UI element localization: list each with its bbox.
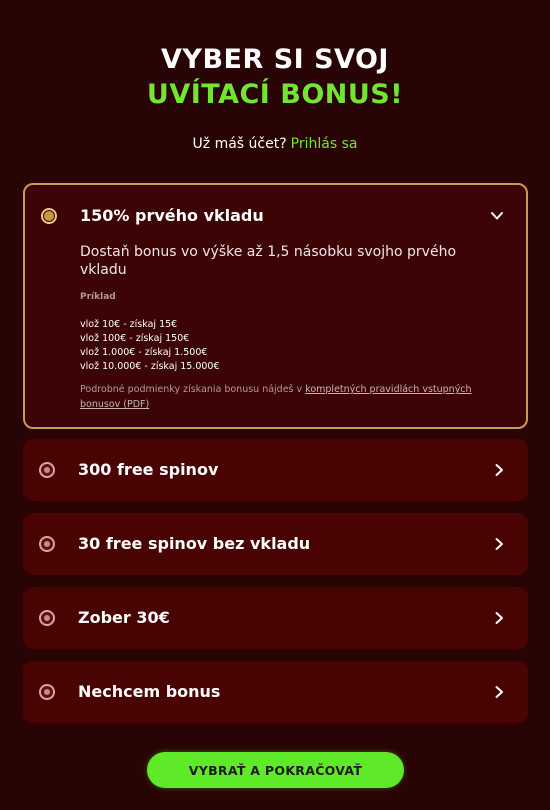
bonus-title: 30 free spinov bez vkladu	[78, 534, 311, 553]
terms-text: Podrobné podmienky získania bonusu nájde…	[80, 384, 306, 395]
bonus-title: Zober 30€	[78, 608, 170, 627]
bonus-title: 150% prvého vkladu	[80, 206, 264, 225]
chevron-right-icon[interactable]	[492, 537, 506, 551]
bonus-option-30-free-spins[interactable]: 30 free spinov bez vkladu	[23, 513, 528, 575]
continue-button[interactable]: VYBRAŤ A POKRAČOVAŤ	[147, 752, 404, 788]
login-prompt: Už máš účet? Prihlás sa	[0, 136, 550, 152]
login-question: Už máš účet?	[192, 136, 287, 152]
bonus-option-first-deposit[interactable]: 150% prvého vkladu Dostaň bonus vo výške…	[23, 183, 528, 429]
radio-icon[interactable]	[39, 462, 55, 478]
example-item: vlož 10€ - získaj 15€	[80, 319, 178, 330]
bonus-option-300-free-spins[interactable]: 300 free spinov	[23, 439, 528, 501]
bonus-title: Nechcem bonus	[78, 682, 221, 701]
bonus-title: 300 free spinov	[78, 460, 219, 479]
bonus-option-take-30[interactable]: Zober 30€	[23, 587, 528, 649]
example-label: Príklad	[80, 292, 116, 302]
bonus-description: Dostaň bonus vo výške až 1,5 násobku svo…	[80, 244, 457, 278]
example-list: vlož 10€ - získaj 15€ vlož 100€ - získaj…	[80, 318, 220, 374]
radio-selected-icon[interactable]	[41, 208, 57, 224]
example-item: vlož 100€ - získaj 150€	[80, 333, 190, 344]
chevron-right-icon[interactable]	[492, 611, 506, 625]
chevron-right-icon[interactable]	[492, 463, 506, 477]
page-subtitle: UVÍTACÍ BONUS!	[146, 79, 404, 110]
login-link[interactable]: Prihlás sa	[291, 136, 358, 152]
terms-note: Podrobné podmienky získania bonusu nájde…	[80, 382, 480, 412]
bonus-option-no-bonus[interactable]: Nechcem bonus	[23, 661, 528, 723]
radio-icon[interactable]	[39, 610, 55, 626]
chevron-right-icon[interactable]	[492, 685, 506, 699]
example-item: vlož 1.000€ - získaj 1.500€	[80, 347, 208, 358]
radio-icon[interactable]	[39, 536, 55, 552]
radio-icon[interactable]	[39, 684, 55, 700]
page-title: VYBER SI SVOJ	[161, 44, 389, 75]
chevron-down-icon[interactable]	[490, 209, 504, 223]
example-item: vlož 10.000€ - získaj 15.000€	[80, 361, 220, 372]
